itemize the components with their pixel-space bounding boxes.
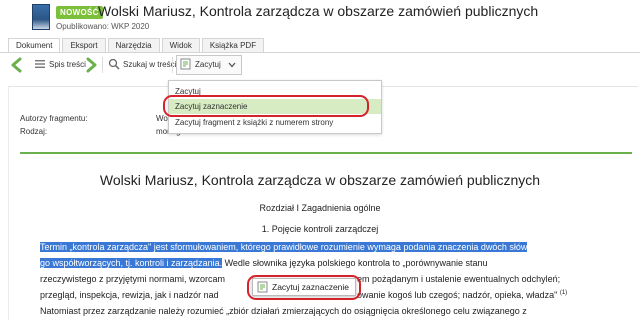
- chapter-heading: Rozdział I Zagadnienia ogólne: [259, 203, 381, 213]
- paragraph-line[interactable]: go współtworzących, tj. kontroli i zarzą…: [40, 258, 488, 268]
- paragraph-text: przegląd, inspekcja, rewizja, jak i nadz…: [40, 290, 219, 300]
- search-in-content-label: Szukaj w treści: [123, 59, 177, 69]
- cite-label: Zacytuj: [195, 59, 221, 69]
- paragraph-text: rzeczywistego z przyjętymi normami, wzor…: [40, 274, 226, 284]
- annotation-highlight: [163, 95, 369, 117]
- new-badge: NOWOŚĆ: [56, 6, 103, 19]
- document-header: NOWOŚĆ Wolski Mariusz, Kontrola zarządcz…: [0, 0, 640, 36]
- toc-button[interactable]: Spis treści: [34, 58, 86, 70]
- selected-text[interactable]: go współtworzących, tj. kontroli i zarzą…: [40, 258, 223, 268]
- footnote-link[interactable]: (1): [560, 290, 567, 296]
- ribbon-tabs: Dokument Eksport Narzędzia Widok Książka…: [8, 38, 266, 52]
- paragraph-line: rzeczywistego z przyjętymi normami, wzor…: [40, 274, 225, 284]
- tab-ksiazka-pdf[interactable]: Książka PDF: [201, 38, 265, 52]
- authors-label: Autorzy fragmentu:: [20, 114, 88, 123]
- section-divider: [20, 152, 632, 154]
- paragraph-text: em pożądanym i ustalenie ewentualnych od…: [357, 274, 561, 284]
- tab-narzedzia[interactable]: Narzędzia: [107, 38, 160, 52]
- paragraph-text: owanie kogoś lub czegoś; nadzór, opieka,…: [357, 290, 558, 300]
- table-of-contents-icon: [35, 60, 45, 68]
- document-title: Wolski Mariusz, Kontrola zarządcza w obs…: [98, 3, 539, 19]
- paragraph-line: przegląd, inspekcja, rewizja, jak i nadz…: [40, 290, 219, 300]
- paragraph-line[interactable]: Termin „kontrola zarządcza" jest sformuł…: [40, 242, 528, 252]
- search-icon: [108, 58, 120, 70]
- published-info: Opublikowano: WKP 2020: [56, 22, 150, 31]
- tab-eksport[interactable]: Eksport: [62, 38, 106, 52]
- type-label: Rodzaj:: [20, 127, 48, 136]
- paragraph-line: owanie kogoś lub czegoś; nadzór, opieka,…: [357, 290, 567, 300]
- document-heading: Wolski Mariusz, Kontrola zarządcza w obs…: [99, 172, 541, 188]
- book-cover-thumbnail[interactable]: [32, 4, 50, 30]
- toolbar-separator: [102, 57, 103, 73]
- section-heading: 1. Pojęcie kontroli zarządczej: [261, 224, 379, 234]
- cite-button-content: Zacytuj: [180, 58, 221, 70]
- paragraph-line: em pożądanym i ustalenie ewentualnych od…: [357, 274, 560, 284]
- chevron-down-icon[interactable]: [228, 62, 236, 68]
- tab-widok[interactable]: Widok: [161, 38, 200, 52]
- annotation-highlight: [247, 275, 361, 300]
- paragraph-line: Natomiast przez zarządzanie należy rozum…: [40, 306, 527, 316]
- toc-label: Spis treści: [49, 59, 86, 69]
- toolbar-separator: [172, 57, 173, 73]
- paragraph-text: Wedle słownika języka polskiego kontrola…: [222, 258, 488, 268]
- forward-arrow-icon[interactable]: [86, 57, 98, 73]
- back-arrow-icon[interactable]: [10, 57, 22, 73]
- tab-dokument[interactable]: Dokument: [8, 38, 61, 52]
- quote-icon: [180, 58, 191, 70]
- menu-item-cite-with-page[interactable]: Zacytuj fragment z książki z numerem str…: [169, 115, 381, 130]
- toolbar: Spis treści Szukaj w treści Zacytuj: [0, 53, 640, 77]
- selected-text[interactable]: Termin „kontrola zarządcza" jest sformuł…: [40, 242, 528, 252]
- search-in-content-button[interactable]: Szukaj w treści: [108, 58, 176, 70]
- paragraph-text: Natomiast przez zarządzanie należy rozum…: [40, 306, 527, 316]
